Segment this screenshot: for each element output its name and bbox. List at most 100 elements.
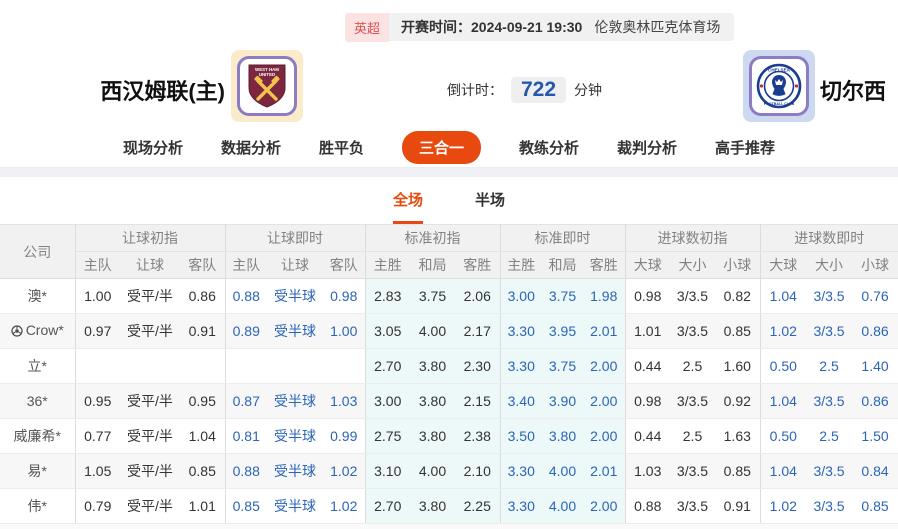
chelsea-crest-icon: CHELSEA FOOTBALL CLUB <box>749 56 809 116</box>
odds-cell: 0.79 <box>75 489 120 524</box>
odds-cell: 1.02 <box>760 489 806 524</box>
odds-cell: 受半球 <box>267 419 323 454</box>
odds-cell: 0.44 <box>625 349 670 384</box>
odds-table-header: 公司 让球初指 让球即时 标准初指 标准即时 进球数初指 进球数即时 主队 让球… <box>0 225 898 279</box>
odds-cell: 1.01 <box>625 314 670 349</box>
tab-coach-analysis[interactable]: 教练分析 <box>519 137 579 158</box>
odds-cell: 1.02 <box>323 454 365 489</box>
odds-cell: 0.89 <box>225 314 267 349</box>
odds-cell: 0.98 <box>625 279 670 314</box>
odds-cell: 受半球 <box>267 454 323 489</box>
odds-cell: 1.60 <box>715 349 760 384</box>
svg-text:FOOTBALL CLUB: FOOTBALL CLUB <box>764 102 795 106</box>
odds-cell: 3.40 <box>500 384 542 419</box>
odds-cell: 受平/半 <box>120 384 180 419</box>
odds-cell: 3.80 <box>410 489 455 524</box>
group-handicap-initial: 让球初指 <box>75 225 225 252</box>
odds-cell: 0.76 <box>852 279 898 314</box>
match-header: 西汉姆联(主) WEST HAM UNITED 倒计时： 722 分钟 <box>0 46 898 128</box>
odds-cell: 3.30 <box>500 454 542 489</box>
subtab-half-match[interactable]: 半场 <box>475 189 505 224</box>
soccer-ball-icon <box>11 324 23 340</box>
subcol: 让球 <box>267 252 323 279</box>
top-bar: 英超 开赛时间：2024-09-21 19:30 伦敦奥林匹克体育场 <box>0 0 898 46</box>
table-row: 易* 1.05 受平/半 0.85 0.88 受半球 1.02 3.10 4.0… <box>0 454 898 489</box>
company-name[interactable]: Crow* <box>0 314 75 349</box>
odds-cell: 2.01 <box>583 454 625 489</box>
group-goals-initial: 进球数初指 <box>625 225 760 252</box>
tab-data-analysis[interactable]: 数据分析 <box>221 137 281 158</box>
odds-cell: 0.91 <box>715 489 760 524</box>
group-handicap-live: 让球即时 <box>225 225 365 252</box>
odds-cell: 2.25 <box>455 489 500 524</box>
odds-cell <box>120 349 180 384</box>
company-name[interactable]: 威廉希* <box>0 419 75 454</box>
odds-cell: 受平/半 <box>120 419 180 454</box>
odds-cell: 0.92 <box>715 384 760 419</box>
col-company: 公司 <box>0 225 75 279</box>
odds-cell: 3.30 <box>500 489 542 524</box>
odds-cell: 1.05 <box>75 454 120 489</box>
odds-cell: 1.00 <box>323 314 365 349</box>
company-name[interactable]: 立* <box>0 349 75 384</box>
odds-cell: 0.77 <box>75 419 120 454</box>
odds-cell: 3/3.5 <box>670 454 715 489</box>
odds-cell: 受平/半 <box>120 279 180 314</box>
odds-cell: 0.85 <box>715 454 760 489</box>
odds-cell: 3/3.5 <box>806 384 852 419</box>
odds-cell: 2.5 <box>806 349 852 384</box>
odds-cell: 0.81 <box>225 419 267 454</box>
table-row: 立* 2.70 3.80 2.30 3.30 3.75 2.00 0.44 2.… <box>0 349 898 384</box>
company-name[interactable]: 澳* <box>0 279 75 314</box>
company-name[interactable]: 易* <box>0 454 75 489</box>
group-standard-live: 标准即时 <box>500 225 625 252</box>
subtab-full-match[interactable]: 全场 <box>393 189 423 224</box>
odds-cell: 3.75 <box>542 279 583 314</box>
countdown-label: 倒计时： <box>447 80 503 100</box>
odds-cell: 2.06 <box>455 279 500 314</box>
odds-cell: 1.00 <box>75 279 120 314</box>
venue-name: 伦敦奥林匹克体育场 <box>594 17 720 37</box>
odds-cell: 3.00 <box>500 279 542 314</box>
odds-cell: 0.86 <box>852 314 898 349</box>
tab-win-draw-lose[interactable]: 胜平负 <box>319 137 364 158</box>
tab-referee-analysis[interactable]: 裁判分析 <box>617 137 677 158</box>
odds-cell: 3/3.5 <box>670 384 715 419</box>
odds-cell: 4.00 <box>542 489 583 524</box>
odds-cell: 0.85 <box>225 489 267 524</box>
subcol: 客队 <box>323 252 365 279</box>
odds-cell: 3.90 <box>542 384 583 419</box>
divider-band <box>0 168 898 177</box>
match-info-bar: 英超 开赛时间：2024-09-21 19:30 伦敦奥林匹克体育场 <box>345 13 734 41</box>
odds-cell: 2.5 <box>670 419 715 454</box>
odds-cell: 0.84 <box>852 454 898 489</box>
odds-cell: 受平/半 <box>120 314 180 349</box>
subcol: 主胜 <box>500 252 542 279</box>
odds-cell: 3/3.5 <box>806 279 852 314</box>
tab-expert-picks[interactable]: 高手推荐 <box>715 137 775 158</box>
odds-cell: 3.30 <box>500 314 542 349</box>
odds-cell: 0.88 <box>625 489 670 524</box>
subcol: 小球 <box>715 252 760 279</box>
odds-cell: 4.00 <box>542 454 583 489</box>
company-name[interactable]: 36* <box>0 384 75 419</box>
odds-cell: 3/3.5 <box>670 489 715 524</box>
odds-cell: 受半球 <box>267 384 323 419</box>
odds-cell: 1.04 <box>180 419 225 454</box>
table-row: 36* 0.95 受平/半 0.95 0.87 受半球 1.03 3.00 3.… <box>0 384 898 419</box>
odds-cell: 1.01 <box>180 489 225 524</box>
subcol: 小球 <box>852 252 898 279</box>
table-row: Crow* 0.97 受平/半 0.91 0.89 受半球 1.00 3.05 … <box>0 314 898 349</box>
odds-cell: 受平/半 <box>120 489 180 524</box>
tab-three-in-one[interactable]: 三合一 <box>402 131 481 164</box>
west-ham-crest-icon: WEST HAM UNITED <box>237 56 297 116</box>
company-name[interactable]: 伟* <box>0 489 75 524</box>
subcol: 主队 <box>75 252 120 279</box>
odds-cell: 1.98 <box>583 279 625 314</box>
tab-live-analysis[interactable]: 现场分析 <box>123 137 183 158</box>
odds-cell: 3.50 <box>500 419 542 454</box>
table-row: 伟* 0.79 受平/半 1.01 0.85 受半球 1.02 2.70 3.8… <box>0 489 898 524</box>
odds-cell: 2.70 <box>365 489 410 524</box>
table-row: 澳* 1.00 受平/半 0.86 0.88 受半球 0.98 2.83 3.7… <box>0 279 898 314</box>
odds-cell: 3/3.5 <box>806 454 852 489</box>
